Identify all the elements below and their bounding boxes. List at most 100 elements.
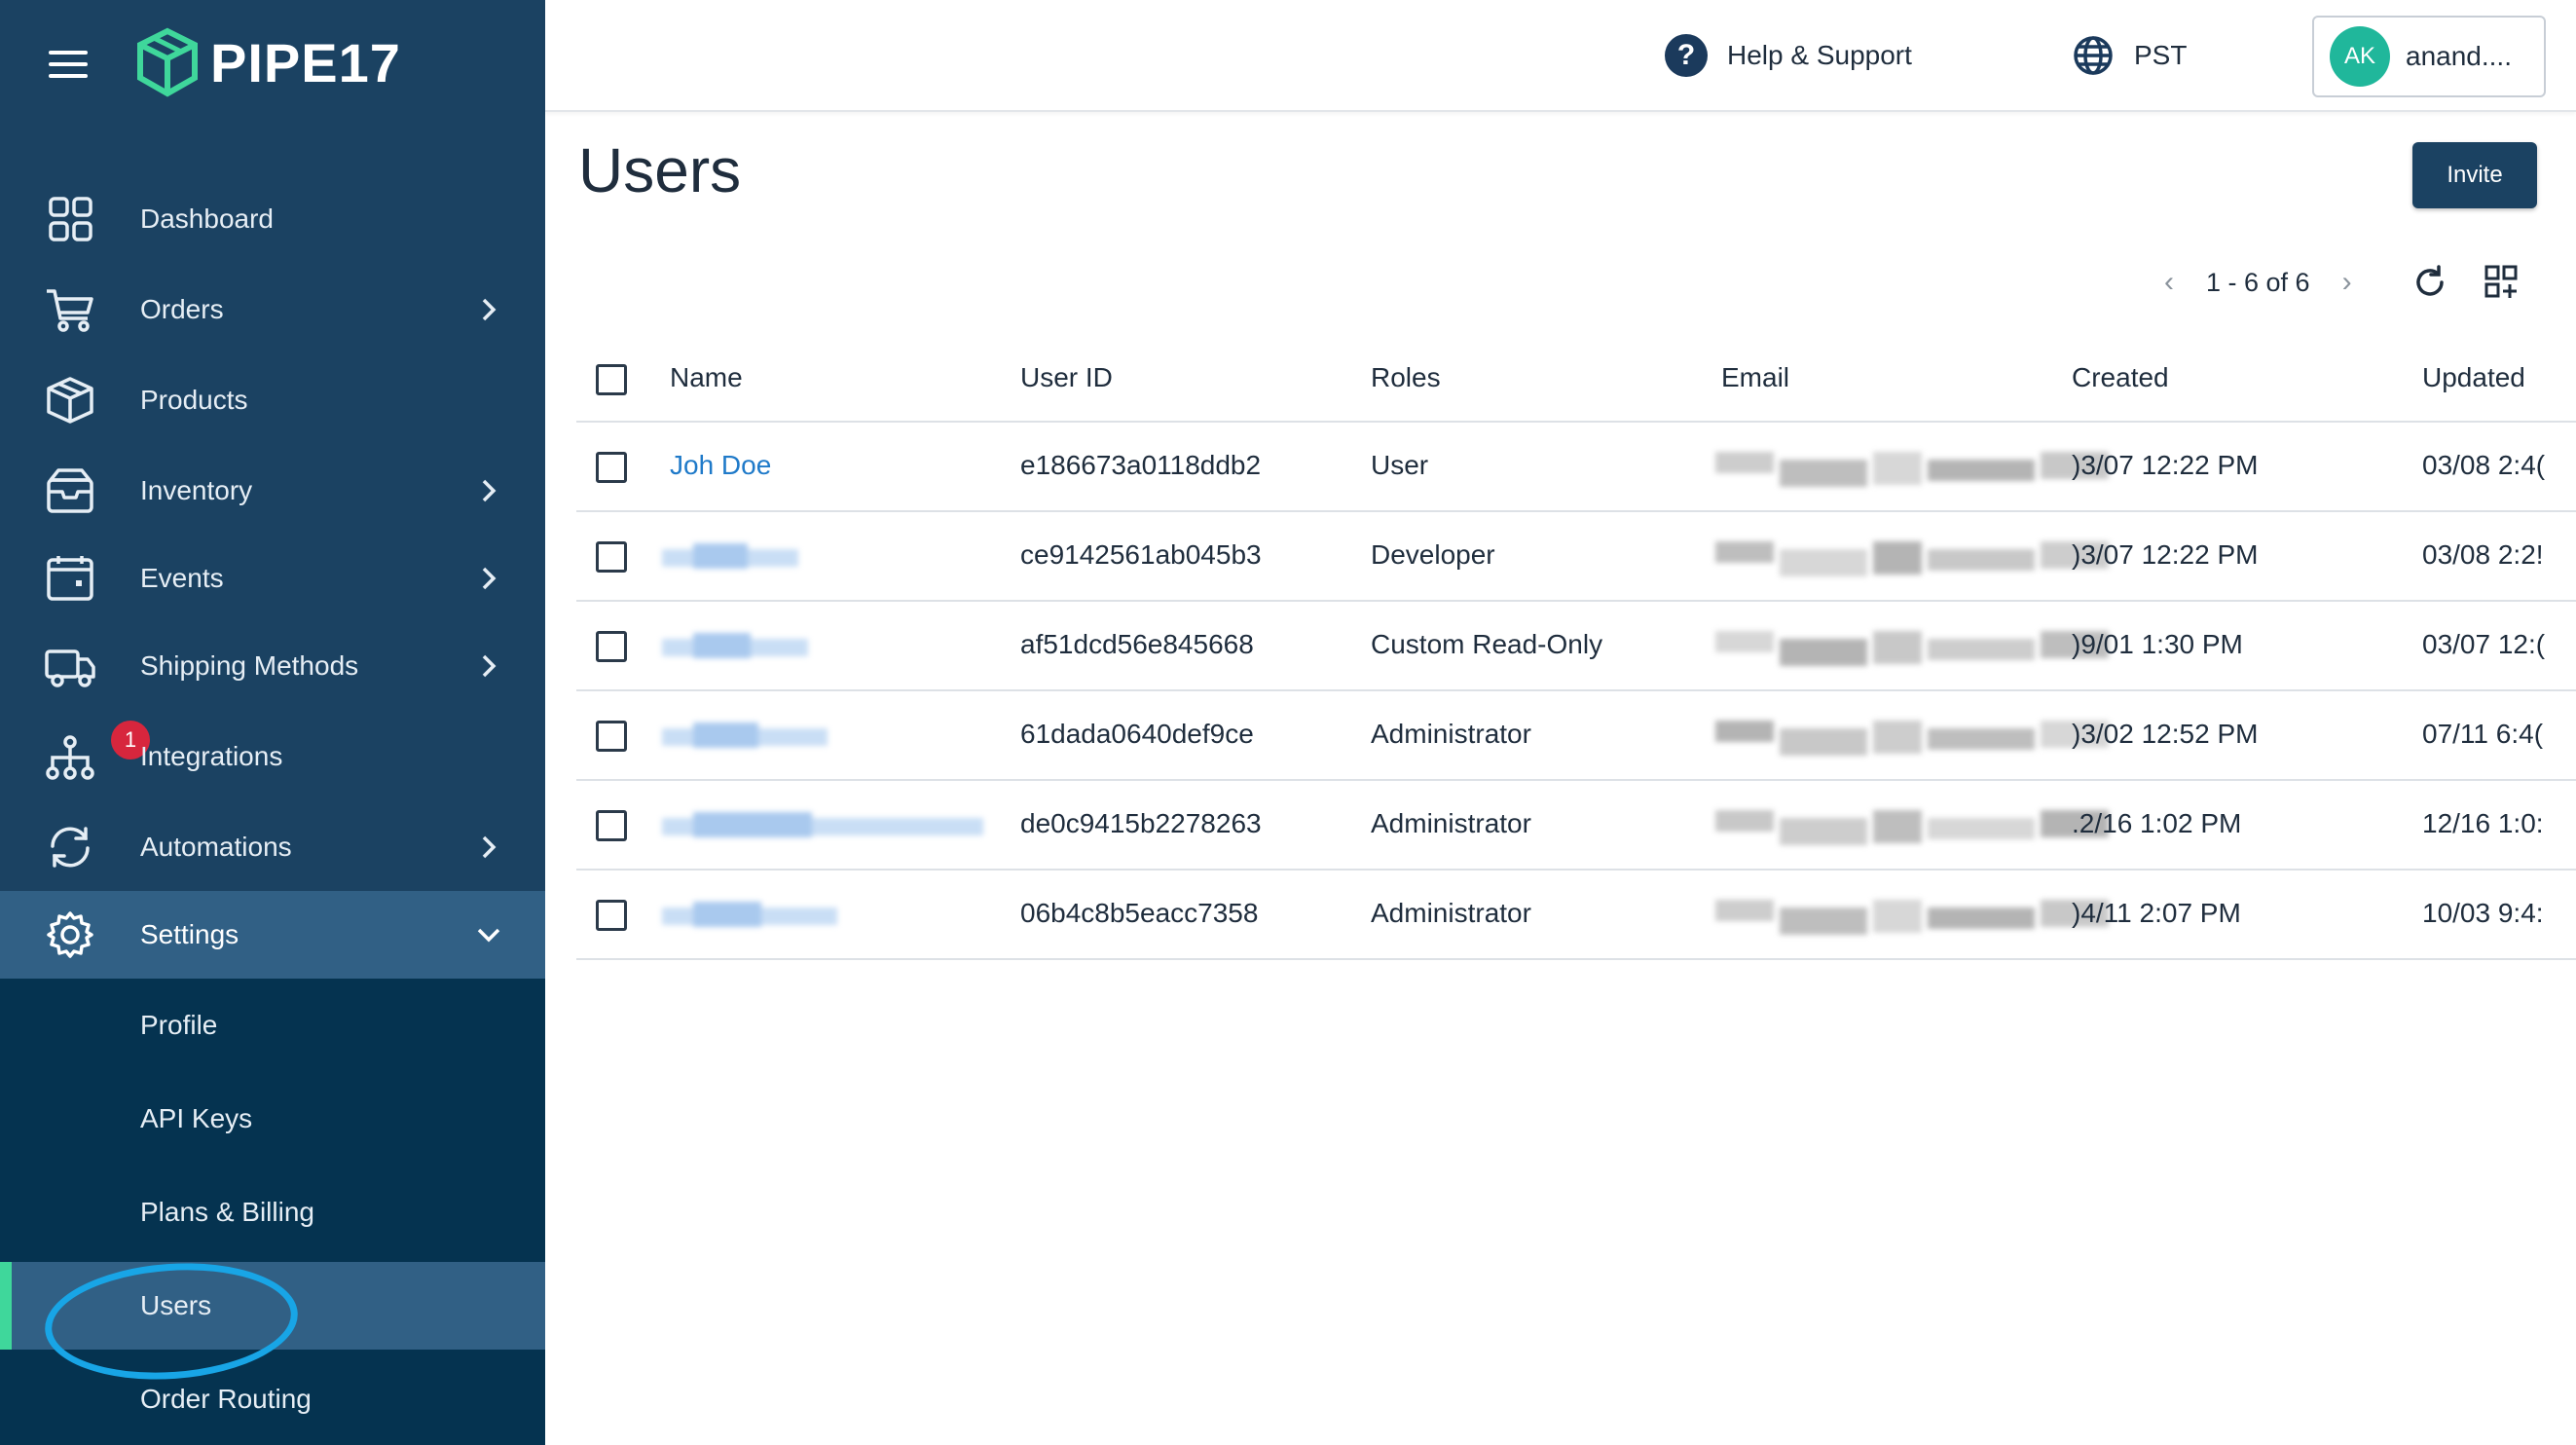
chevron-down-icon [477,928,500,943]
role-cell: Administrator [1371,719,1531,749]
redacted-name[interactable] [654,522,810,592]
created-cell: )3/02 12:52 PM [2072,719,2259,749]
sidebar-item-dashboard[interactable]: Dashboard [0,175,545,263]
redacted-email [1706,432,2109,502]
role-cell: Custom Read-Only [1371,629,1603,659]
timezone-selector[interactable]: PST [2072,31,2187,80]
brand-logo[interactable]: PIPE17 [136,27,401,97]
table-header: Name User ID Roles Email Created Updated [576,341,2576,423]
updated-cell: 07/11 6:4( [2422,719,2544,749]
sidebar-item-shipping-methods[interactable]: Shipping Methods [0,622,545,710]
column-header-roles[interactable]: Roles [1371,362,1441,393]
redacted-email [1706,880,2109,950]
page-title: Users [578,135,742,205]
sidebar-subitem-label: Profile [140,1010,218,1040]
column-header-user-id[interactable]: User ID [1020,362,1113,393]
updated-cell-container: 03/08 2:2! [2422,512,2545,602]
updated-cell-container: 03/08 2:4( [2422,423,2545,512]
row-checkbox[interactable] [596,721,627,752]
sidebar-subitem-label: Users [140,1290,212,1320]
user-name-link[interactable]: Joh Doe [670,450,771,481]
table-body: Joh Doe e186673a0118ddb2 User)3/07 12:22 P… [576,423,2576,960]
sidebar-header: PIPE17 [0,0,545,131]
sidebar-subitem-users[interactable]: Users [0,1262,545,1350]
sidebar-subitem-profile[interactable]: Profile [0,982,545,1069]
table-row[interactable]: ce9142561ab045b3 Developer)3/07 12:22 PM 0… [576,512,2576,602]
sidebar-item-products[interactable]: Products [0,356,545,444]
sidebar-item-inventory[interactable]: Inventory [0,447,545,535]
sidebar-item-label: Integrations [140,741,283,771]
invite-button[interactable]: Invite [2412,142,2537,208]
sidebar-item-orders[interactable]: Orders [0,266,545,353]
hamburger-menu-icon[interactable] [49,51,88,80]
row-checkbox[interactable] [596,900,627,931]
pagination-text: 1 - 6 of 6 [2206,267,2310,297]
user-id-cell: af51dcd56e845668 [1020,629,1254,659]
pagination: ‹ 1 - 6 of 6 › [2152,261,2365,304]
refresh-icon[interactable] [2410,263,2449,302]
row-checkbox[interactable] [596,452,627,483]
created-cell: )3/07 12:22 PM [2072,539,2259,570]
sidebar-item-integrations[interactable]: 1 Integrations [0,713,545,800]
row-checkbox[interactable] [596,541,627,573]
redacted-name[interactable] [654,611,820,682]
sidebar-subitem-plans-billing[interactable]: Plans & Billing [0,1168,545,1256]
row-checkbox[interactable] [596,631,627,662]
globe-icon [2074,36,2113,75]
column-settings-icon[interactable] [2483,263,2521,302]
table-row[interactable]: Joh Doe e186673a0118ddb2 User)3/07 12:22 P… [576,423,2576,512]
help-support-link[interactable]: ? Help & Support [1665,31,1912,80]
truck-icon [43,642,97,690]
user-id-cell: 61dada0640def9ce [1020,719,1254,749]
sidebar-item-label: Automations [140,832,292,862]
column-header-email[interactable]: Email [1721,362,1789,393]
table-row[interactable]: 61dada0640def9ce Administrator )3/02 12:52… [576,691,2576,781]
updated-cell-container: 12/16 1:0: [2422,781,2545,871]
sidebar-item-label: Products [140,385,248,415]
sidebar-item-settings[interactable]: Settings [0,891,545,979]
updated-cell-container: 03/07 12:( [2422,602,2545,691]
chevron-right-icon [482,835,497,859]
created-cell: )4/11 2:07 PM [2072,898,2241,928]
gear-icon [43,910,97,959]
sidebar: PIPE17 Dashboard Orders Products Invento… [0,0,545,1445]
cart-icon [43,285,97,334]
sidebar-item-label: Dashboard [140,204,274,234]
user-menu-button[interactable]: AK anand.... [2312,16,2546,97]
updated-cell: 03/08 2:4( [2422,450,2545,480]
redacted-name[interactable] [654,701,839,771]
sidebar-item-label: Settings [140,919,239,949]
redacted-name[interactable] [654,880,849,950]
pipe17-logo-icon [137,27,198,97]
sidebar-item-label: Orders [140,294,224,324]
redacted-name[interactable] [654,791,995,861]
prev-page-button[interactable]: ‹ [2152,265,2187,300]
chevron-right-icon [482,479,497,502]
table-row[interactable]: af51dcd56e845668 Custom Read-Only )9/01 1:… [576,602,2576,691]
sidebar-item-automations[interactable]: Automations [0,803,545,891]
select-all-checkbox[interactable] [596,364,627,395]
top-bar: ? Help & Support PST AK anand.... [545,0,2576,112]
column-header-updated[interactable]: Updated [2422,362,2525,393]
row-checkbox[interactable] [596,810,627,841]
column-header-name[interactable]: Name [670,362,743,393]
column-header-created[interactable]: Created [2072,362,2169,393]
sidebar-subitem-order-routing[interactable]: Order Routing [0,1355,545,1443]
sync-icon [43,823,97,871]
updated-cell-container: 07/11 6:4( [2422,691,2545,781]
table-row[interactable]: 06b4c8b5eacc7358 Administrator)4/11 2:07 … [576,871,2576,960]
sidebar-item-events[interactable]: Events [0,535,545,622]
help-icon: ? [1665,34,1708,77]
table-row[interactable]: de0c9415b2278263 Administrator .2/16 1:02 … [576,781,2576,871]
role-cell: Administrator [1371,808,1531,838]
redacted-email [1706,701,2109,771]
updated-cell: 12/16 1:0: [2422,808,2544,838]
sidebar-subitem-api-keys[interactable]: API Keys [0,1075,545,1163]
users-table: Name User ID Roles Email Created Updated… [576,341,2576,960]
created-cell: )9/01 1:30 PM [2072,629,2243,659]
calendar-icon [43,554,97,603]
next-page-button[interactable]: › [2330,265,2365,300]
updated-cell: 03/08 2:2! [2422,539,2544,570]
redacted-email [1706,611,2109,682]
created-cell: )3/07 12:22 PM [2072,450,2259,480]
